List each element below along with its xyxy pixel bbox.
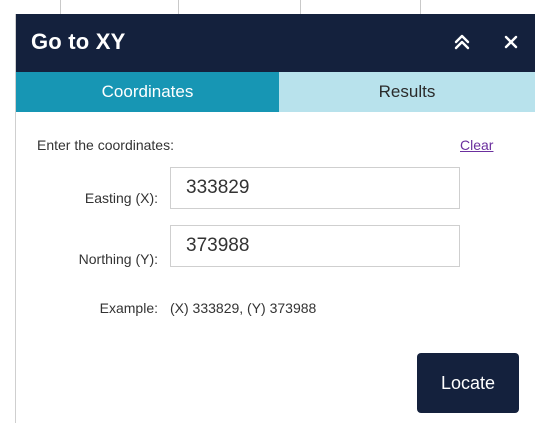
map-background [0, 0, 535, 14]
double-chevron-up-icon [454, 34, 470, 50]
map-line [300, 0, 301, 14]
northing-input[interactable] [170, 225, 460, 267]
tab-results[interactable]: Results [279, 72, 535, 112]
clear-link[interactable]: Clear [460, 137, 493, 153]
locate-button[interactable]: Locate [417, 353, 519, 413]
northing-label: Northing (Y): [78, 251, 158, 267]
tab-coordinates[interactable]: Coordinates [16, 72, 279, 112]
panel-header: Go to XY [16, 14, 535, 72]
example-text: (X) 333829, (Y) 373988 [170, 300, 317, 316]
map-line [178, 0, 179, 14]
easting-label: Easting (X): [84, 190, 158, 206]
map-line [60, 0, 61, 14]
example-label: Example: [99, 300, 158, 316]
instruction-text: Enter the coordinates: [37, 137, 174, 153]
close-button[interactable] [498, 29, 524, 55]
collapse-button[interactable] [449, 29, 475, 55]
easting-input[interactable] [170, 167, 460, 209]
map-line [420, 0, 421, 14]
close-icon [504, 35, 518, 49]
tab-bar: Coordinates Results [16, 72, 535, 112]
panel-title: Go to XY [31, 29, 126, 54]
go-to-xy-panel: Go to XY Coordinates Results Enter the c… [15, 14, 535, 423]
